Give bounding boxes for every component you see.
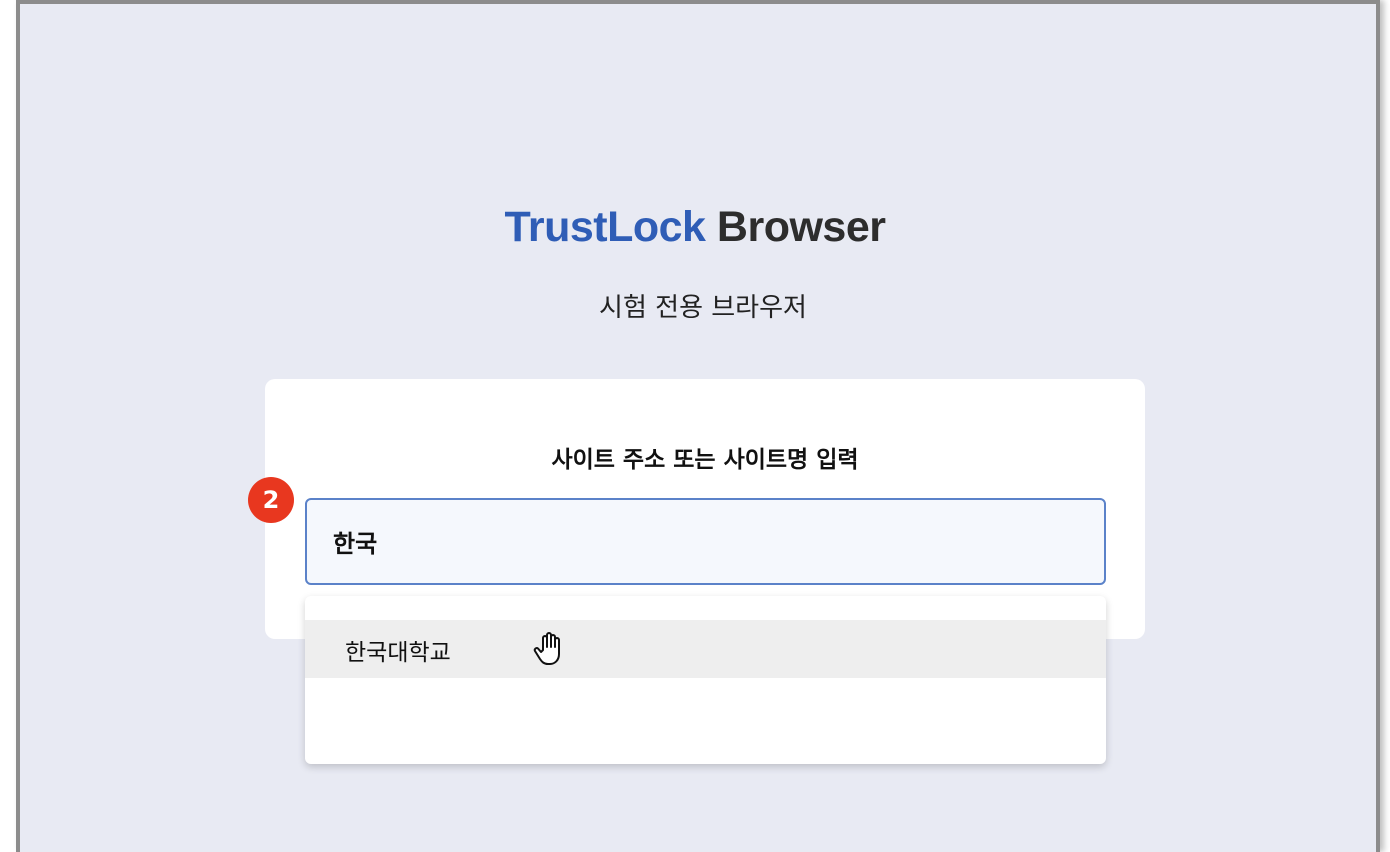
- app-subtitle: 시험 전용 브라우저: [599, 293, 807, 323]
- suggestion-label: 한국대학교: [345, 640, 451, 666]
- hand-pointer-icon: [533, 632, 560, 665]
- site-search-input[interactable]: [305, 498, 1106, 585]
- suggestion-dropdown: 한국대학교: [305, 596, 1106, 764]
- card-title: 사이트 주소 또는 사이트명 입력: [551, 447, 859, 473]
- brand-rest: Browser: [705, 203, 886, 251]
- suggestion-item[interactable]: 한국대학교: [305, 620, 1106, 678]
- app-title: TrustLock Browser: [0, 203, 1390, 252]
- step-badge: 2: [248, 477, 294, 523]
- brand-accent: TrustLock: [504, 203, 706, 251]
